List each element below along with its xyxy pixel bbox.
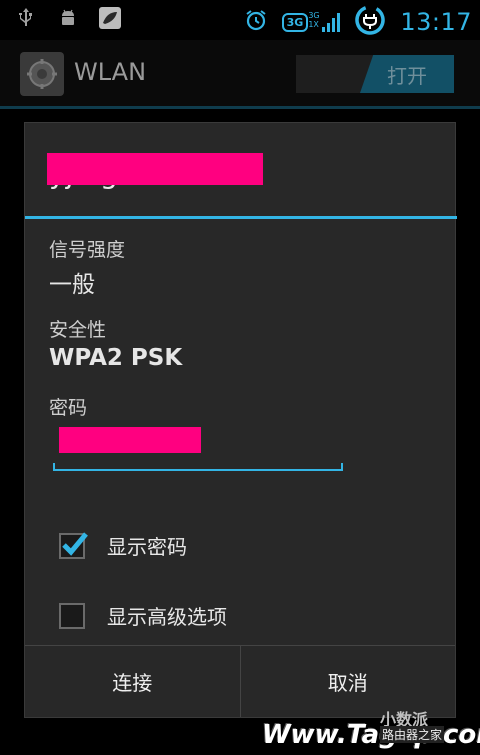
wlan-toggle[interactable]: 打开 (296, 55, 454, 93)
3g-icon: 3G (281, 12, 309, 32)
settings-gear-icon[interactable] (20, 52, 64, 96)
app-notification-icon (98, 6, 122, 30)
password-underline-tick-right (341, 463, 343, 471)
dialog-title-divider (25, 216, 457, 219)
net-label-bottom: 1X (308, 20, 319, 29)
watermark-sub: 路由器之家 (380, 726, 445, 743)
redaction-block-title (47, 153, 263, 185)
show-password-checkbox[interactable] (59, 531, 88, 559)
battery-charging-icon (354, 4, 386, 40)
password-underline (53, 469, 343, 471)
show-password-label: 显示密码 (107, 535, 187, 559)
redaction-block-password (59, 427, 201, 453)
app-bar-divider (0, 106, 480, 109)
wifi-connect-dialog: yj ng 信号强度 一般 安全性 WPA2 PSK 密码 显示密码 显示高级选… (24, 122, 457, 718)
signal-icon: 3G 1X (308, 11, 341, 32)
alarm-icon (244, 8, 268, 36)
watermark-url: Www.Tagxp.com (262, 720, 480, 750)
show-password-row[interactable]: 显示密码 (59, 531, 187, 560)
status-clock: 13:17 (400, 8, 472, 36)
show-advanced-label: 显示高级选项 (107, 605, 227, 629)
show-advanced-checkbox[interactable] (59, 602, 85, 629)
password-field[interactable] (53, 423, 343, 471)
password-label: 密码 (49, 397, 88, 419)
android-debug-icon (56, 6, 80, 30)
app-bar: WLAN 打开 (0, 40, 480, 106)
net-label-top: 3G (308, 11, 320, 20)
show-advanced-row[interactable]: 显示高级选项 (59, 601, 227, 630)
signal-label: 信号强度 (49, 239, 126, 261)
toggle-on-label: 打开 (360, 55, 454, 93)
security-value: WPA2 PSK (49, 345, 183, 371)
password-underline-tick-left (53, 463, 55, 471)
signal-value: 一般 (49, 272, 95, 298)
page-title: WLAN (74, 58, 147, 86)
watermark: Www.Tagxp.com 小数派 路由器之家 (262, 710, 480, 754)
dialog-header: yj ng (25, 123, 457, 219)
security-label: 安全性 (49, 319, 107, 341)
usb-icon (14, 6, 38, 30)
status-bar: 3G 3G 1X 13:17 (0, 0, 480, 38)
check-icon (62, 531, 88, 556)
connect-button[interactable]: 连接 (25, 646, 240, 717)
